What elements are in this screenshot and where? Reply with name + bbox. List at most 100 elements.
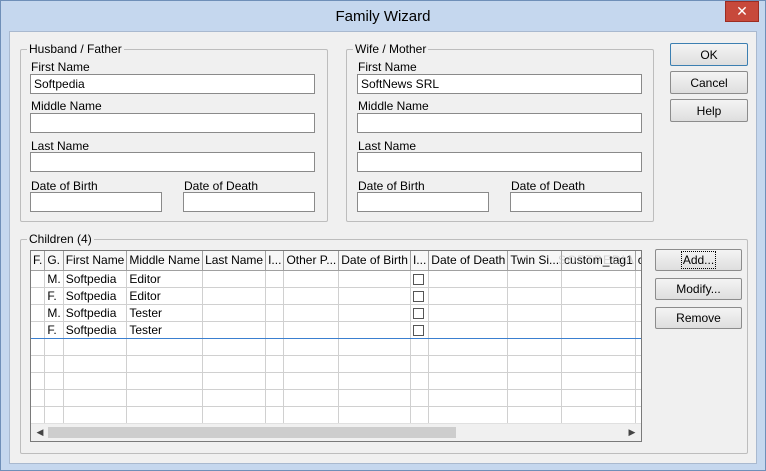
grid-cell xyxy=(31,304,46,322)
grid-cell xyxy=(63,355,128,373)
grid-cell xyxy=(202,270,267,288)
grid-cell xyxy=(561,372,636,390)
husband-middle-name-field[interactable] xyxy=(30,113,315,133)
grid-cell xyxy=(410,406,430,424)
table-row[interactable]: M. Softpedia Tester xyxy=(31,304,641,322)
grid-cell xyxy=(126,406,204,424)
grid-cell xyxy=(265,355,285,373)
grid-cell xyxy=(202,304,267,322)
husband-dod-label: Date of Death xyxy=(184,179,259,193)
cancel-button[interactable]: Cancel xyxy=(670,71,748,94)
grid-cell: Softpedia xyxy=(63,320,128,339)
table-row[interactable]: F. Softpedia Editor xyxy=(31,287,641,305)
grid-cell xyxy=(635,320,641,339)
grid-column-header[interactable]: Middle Name xyxy=(126,251,204,271)
grid-cell xyxy=(338,389,411,407)
grid-cell xyxy=(428,355,509,373)
grid-cell: Softpedia xyxy=(63,287,128,305)
grid-cell xyxy=(202,389,267,407)
grid-cell xyxy=(507,406,563,424)
wife-dod-label: Date of Death xyxy=(511,179,586,193)
modify-child-button[interactable]: Modify... xyxy=(655,278,742,300)
empty-row xyxy=(31,406,641,424)
grid-cell xyxy=(507,304,563,322)
scroll-right-icon[interactable]: ▶ xyxy=(625,426,639,439)
row-checkbox[interactable] xyxy=(412,324,424,336)
grid-cell xyxy=(44,406,64,424)
grid-column-header[interactable]: I... xyxy=(410,251,430,271)
grid-column-header[interactable]: Date of Death xyxy=(428,251,509,271)
grid-cell xyxy=(44,389,64,407)
grid-cell xyxy=(31,320,46,339)
scroll-left-icon[interactable]: ◀ xyxy=(33,426,47,439)
husband-middle-name-label: Middle Name xyxy=(31,99,102,113)
grid-cell xyxy=(561,389,636,407)
grid-cell xyxy=(63,406,128,424)
grid-checkbox-cell xyxy=(410,270,430,288)
grid-column-header[interactable]: First Name xyxy=(63,251,128,271)
wife-first-name-field[interactable] xyxy=(357,74,642,94)
husband-dob-label: Date of Birth xyxy=(31,179,98,193)
grid-cell xyxy=(410,389,430,407)
grid-cell xyxy=(63,372,128,390)
help-button[interactable]: Help xyxy=(670,99,748,122)
wife-last-name-field[interactable] xyxy=(357,152,642,172)
husband-last-name-field[interactable] xyxy=(30,152,315,172)
husband-dod-field[interactable] xyxy=(183,192,315,212)
table-row[interactable]: M. Softpedia Editor xyxy=(31,270,641,288)
grid-column-header[interactable]: I... xyxy=(265,251,285,271)
grid-cell xyxy=(202,287,267,305)
row-checkbox[interactable] xyxy=(412,290,424,302)
grid-column-header[interactable]: Date of Birth xyxy=(338,251,411,271)
wife-last-name-label: Last Name xyxy=(358,139,417,153)
husband-first-name-field[interactable] xyxy=(30,74,315,94)
children-grid[interactable]: F. G. First Name Middle Name Last Name I... Ot… xyxy=(30,250,642,442)
grid-cell xyxy=(338,270,411,288)
wife-middle-name-label: Middle Name xyxy=(358,99,429,113)
grid-cell xyxy=(283,287,340,305)
grid-cell xyxy=(507,287,563,305)
grid-column-header[interactable]: Last Name xyxy=(202,251,267,271)
ok-button[interactable]: OK xyxy=(670,43,748,66)
grid-cell xyxy=(428,406,509,424)
grid-cell xyxy=(265,320,285,339)
grid-cell xyxy=(428,338,509,356)
grid-cell xyxy=(283,389,340,407)
grid-cell xyxy=(126,389,204,407)
empty-row xyxy=(31,338,641,356)
husband-group-legend: Husband / Father xyxy=(29,42,122,56)
grid-column-header[interactable]: F. xyxy=(31,251,46,271)
wife-dod-field[interactable] xyxy=(510,192,642,212)
wife-dob-field[interactable] xyxy=(357,192,489,212)
horizontal-scrollbar[interactable]: ◀ ▶ xyxy=(31,423,641,441)
grid-cell xyxy=(202,372,267,390)
grid-column-header[interactable]: Other P... xyxy=(283,251,340,271)
grid-cell xyxy=(283,355,340,373)
table-row[interactable]: F. Softpedia Tester xyxy=(31,320,641,339)
grid-cell xyxy=(338,320,411,339)
row-checkbox[interactable] xyxy=(412,307,424,319)
grid-column-header[interactable]: G. xyxy=(44,251,64,271)
grid-column-header[interactable]: Twin Si... xyxy=(507,251,563,271)
grid-cell xyxy=(561,355,636,373)
grid-checkbox-cell xyxy=(410,304,430,322)
close-button[interactable]: ✕ xyxy=(725,1,759,22)
grid-cell xyxy=(202,406,267,424)
grid-cell xyxy=(410,372,430,390)
grid-cell xyxy=(44,355,64,373)
husband-dob-field[interactable] xyxy=(30,192,162,212)
grid-cell xyxy=(428,320,509,339)
add-child-button[interactable]: Add... xyxy=(655,249,742,271)
grid-cell xyxy=(44,372,64,390)
wife-first-name-label: First Name xyxy=(358,60,417,74)
remove-child-button[interactable]: Remove xyxy=(655,307,742,329)
wife-middle-name-field[interactable] xyxy=(357,113,642,133)
grid-cell xyxy=(338,287,411,305)
row-checkbox[interactable] xyxy=(412,273,424,285)
grid-cell: Tester xyxy=(126,304,204,322)
scroll-thumb[interactable] xyxy=(48,427,456,438)
grid-cell xyxy=(31,389,46,407)
empty-row xyxy=(31,389,641,407)
grid-cell xyxy=(265,338,285,356)
grid-column-header[interactable]: custom xyxy=(635,251,641,271)
